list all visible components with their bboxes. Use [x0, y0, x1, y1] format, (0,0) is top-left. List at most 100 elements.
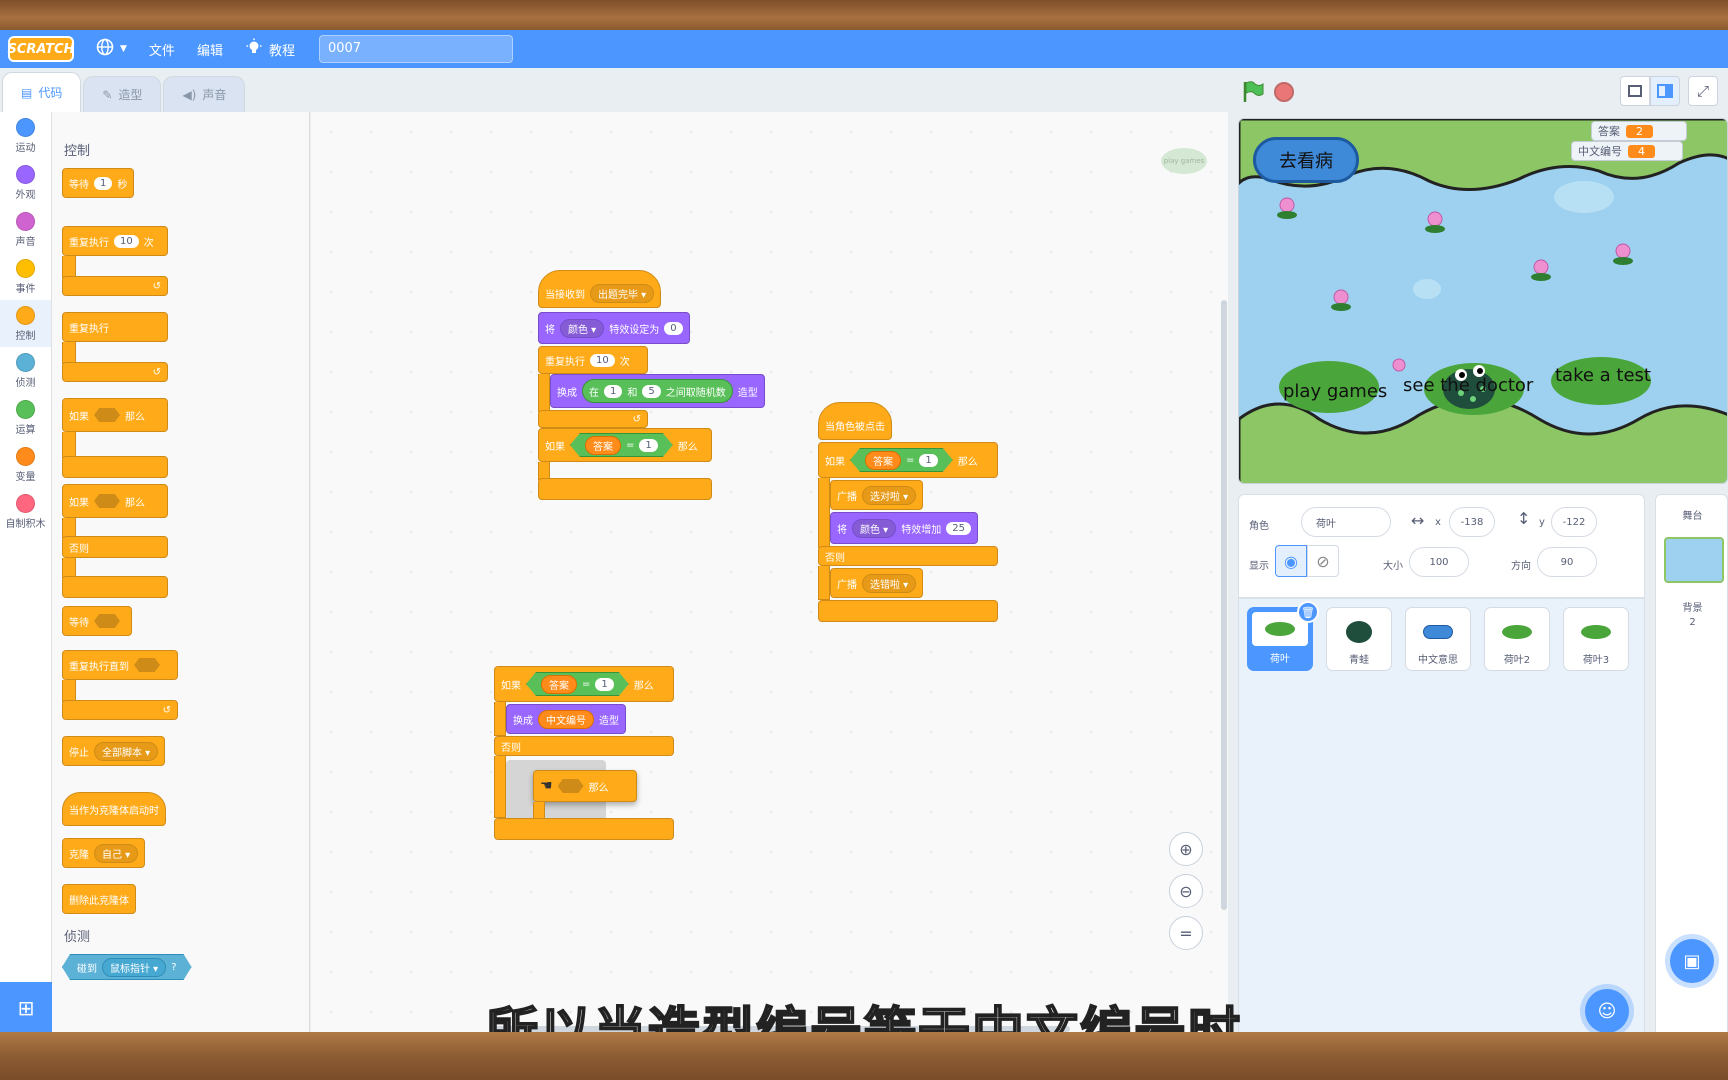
category-events[interactable]: 事件	[0, 253, 51, 300]
category-sound[interactable]: 声音	[0, 206, 51, 253]
sprite-thumb-frog[interactable]: 青蛙	[1326, 607, 1392, 671]
block-if-else[interactable]: 如果 答案 = 1 那么	[494, 666, 674, 702]
sprite-thumb-lotus-leaf-3[interactable]: 荷叶3	[1563, 607, 1629, 671]
block-equals[interactable]: 答案 = 1	[850, 448, 953, 472]
block-input[interactable]: 5	[642, 384, 661, 398]
block-input[interactable]: 1	[919, 454, 937, 467]
category-control[interactable]: 控制	[0, 300, 51, 347]
y-input[interactable]: -122	[1551, 507, 1597, 537]
block-dropdown[interactable]: 选错啦 ▾	[862, 573, 917, 593]
block-repeat[interactable]: 重复执行 10 次	[62, 226, 168, 256]
tab-sounds[interactable]: ◀) 声音	[163, 76, 246, 112]
block-bool-slot[interactable]	[94, 494, 120, 508]
hat-when-sprite-clicked[interactable]: 当角色被点击	[818, 402, 892, 440]
block-input[interactable]: 0	[664, 321, 683, 335]
category-looks[interactable]: 外观	[0, 159, 51, 206]
block-input[interactable]: 10	[114, 234, 139, 248]
block-input[interactable]: 1	[94, 176, 113, 190]
block-bool-slot[interactable]	[94, 614, 120, 628]
block-when-clone-starts[interactable]: 当作为克隆体启动时	[62, 792, 166, 826]
variable-reporter[interactable]: 答案	[585, 436, 621, 455]
block-if-then[interactable]: 如果 答案 = 1 那么	[538, 428, 712, 462]
block-equals[interactable]: 答案 = 1	[570, 433, 673, 457]
block-repeat-until[interactable]: 重复执行直到	[62, 650, 178, 680]
size-input[interactable]: 100	[1409, 547, 1469, 577]
block-switch-costume-random[interactable]: 换成 在 1 和 5 之间取随机数 造型	[550, 374, 765, 408]
variable-reporter[interactable]: 答案	[541, 675, 577, 694]
variable-reporter[interactable]: 中文编号	[538, 709, 594, 729]
block-if-then-dragging[interactable]: ☚ 那么	[533, 770, 637, 802]
zoom-reset-button[interactable]: =	[1169, 916, 1203, 950]
block-input[interactable]: 1	[639, 439, 657, 452]
block-wait[interactable]: 等待 1 秒	[62, 168, 135, 198]
block-set-effect[interactable]: 将 颜色 ▾ 特效设定为 0	[538, 312, 690, 344]
block-if-then[interactable]: 如果 那么	[62, 398, 168, 432]
workspace-scrollbar-vertical[interactable]	[1221, 300, 1227, 910]
tab-costumes[interactable]: ✎ 造型	[83, 76, 162, 112]
category-operators[interactable]: 运算	[0, 394, 51, 441]
variable-reporter[interactable]: 答案	[865, 451, 901, 470]
zoom-out-button[interactable]: ⊖	[1169, 874, 1203, 908]
block-dropdown[interactable]: 选对啦 ▾	[862, 485, 917, 505]
block-input[interactable]: 1	[604, 384, 623, 398]
block-if-else[interactable]: 如果 那么	[62, 484, 168, 518]
hat-when-receive[interactable]: 当接收到 出题完毕 ▾	[538, 270, 662, 308]
block-dropdown[interactable]: 全部脚本 ▾	[94, 741, 159, 761]
block-dropdown[interactable]: 出题完毕 ▾	[590, 283, 655, 303]
stop-icon[interactable]	[1274, 82, 1294, 102]
block-input[interactable]: 25	[946, 521, 971, 535]
category-variables[interactable]: 变量	[0, 441, 51, 488]
block-wait-until[interactable]: 等待	[62, 606, 132, 636]
edit-menu[interactable]: 编辑	[197, 40, 223, 59]
category-sensing[interactable]: 侦测	[0, 347, 51, 394]
go-see-doctor-button[interactable]: 去看病	[1253, 137, 1359, 183]
block-change-effect[interactable]: 将 颜色 ▾ 特效增加 25	[830, 512, 978, 544]
block-dropdown[interactable]: 颜色 ▾	[560, 318, 605, 338]
small-stage-button[interactable]	[1620, 76, 1650, 106]
block-bool-slot[interactable]	[134, 658, 160, 672]
show-visible-button[interactable]: ◉	[1275, 545, 1307, 577]
variable-monitor-chinese-id[interactable]: 中文编号 4	[1571, 141, 1683, 161]
stage-backdrop-thumb[interactable]	[1664, 537, 1724, 583]
stage-canvas[interactable]: 答案 2 中文编号 4 去看病 play games see the docto…	[1238, 118, 1728, 484]
block-stop[interactable]: 停止 全部脚本 ▾	[62, 736, 166, 766]
code-workspace[interactable]: play games 当接收到 出题完毕 ▾ 将 颜色 ▾ 特效设定为 0 重复…	[311, 112, 1228, 1034]
green-flag-icon[interactable]	[1242, 80, 1264, 108]
x-input[interactable]: -138	[1449, 507, 1495, 537]
language-menu[interactable]: ▼	[96, 38, 127, 60]
block-create-clone[interactable]: 克隆 自己 ▾	[62, 838, 146, 868]
block-switch-costume[interactable]: 换成 中文编号 造型	[506, 704, 626, 734]
tutorials-menu[interactable]: 教程	[245, 38, 295, 60]
block-input[interactable]: 10	[590, 353, 615, 367]
project-title-input[interactable]: 0007	[318, 35, 513, 63]
direction-input[interactable]: 90	[1537, 547, 1597, 577]
zoom-in-button[interactable]: ⊕	[1169, 832, 1203, 866]
add-backdrop-button[interactable]: ▣	[1670, 939, 1714, 983]
block-touching[interactable]: 碰到 鼠标指针 ▾ ?	[62, 954, 192, 980]
sprite-thumb-lotus-leaf[interactable]: 荷叶 🗑	[1247, 601, 1319, 671]
block-if-else[interactable]: 如果 答案 = 1 那么	[818, 442, 998, 478]
block-repeat[interactable]: 重复执行 10 次	[538, 346, 648, 374]
block-bool-slot[interactable]	[94, 408, 120, 422]
block-input[interactable]: 1	[595, 678, 613, 691]
block-forever[interactable]: 重复执行	[62, 312, 168, 342]
block-dropdown[interactable]: 自己 ▾	[94, 843, 139, 863]
scratch-logo[interactable]: SCRATCH	[7, 36, 75, 62]
file-menu[interactable]: 文件	[149, 40, 175, 59]
block-equals[interactable]: 答案 = 1	[526, 672, 629, 696]
sprite-thumb-lotus-leaf-2[interactable]: 荷叶2	[1484, 607, 1550, 671]
tab-code[interactable]: ▤ 代码	[2, 72, 82, 112]
block-dropdown[interactable]: 颜色 ▾	[852, 518, 897, 538]
block-dropdown[interactable]: 鼠标指针 ▾	[102, 958, 166, 977]
fullscreen-button[interactable]: ⤢	[1688, 76, 1718, 106]
block-delete-clone[interactable]: 删除此克隆体	[62, 884, 136, 914]
category-myblocks[interactable]: 自制积木	[0, 488, 51, 535]
variable-monitor-answer[interactable]: 答案 2	[1591, 121, 1687, 141]
sprite-name-input[interactable]: 荷叶	[1301, 507, 1391, 537]
category-motion[interactable]: 运动	[0, 112, 51, 159]
block-random[interactable]: 在 1 和 5 之间取随机数	[582, 379, 733, 403]
show-hidden-button[interactable]: ⊘	[1307, 545, 1339, 577]
large-stage-button[interactable]	[1650, 76, 1680, 106]
block-broadcast[interactable]: 广播 选错啦 ▾	[830, 568, 924, 598]
block-bool-slot[interactable]	[557, 779, 584, 793]
